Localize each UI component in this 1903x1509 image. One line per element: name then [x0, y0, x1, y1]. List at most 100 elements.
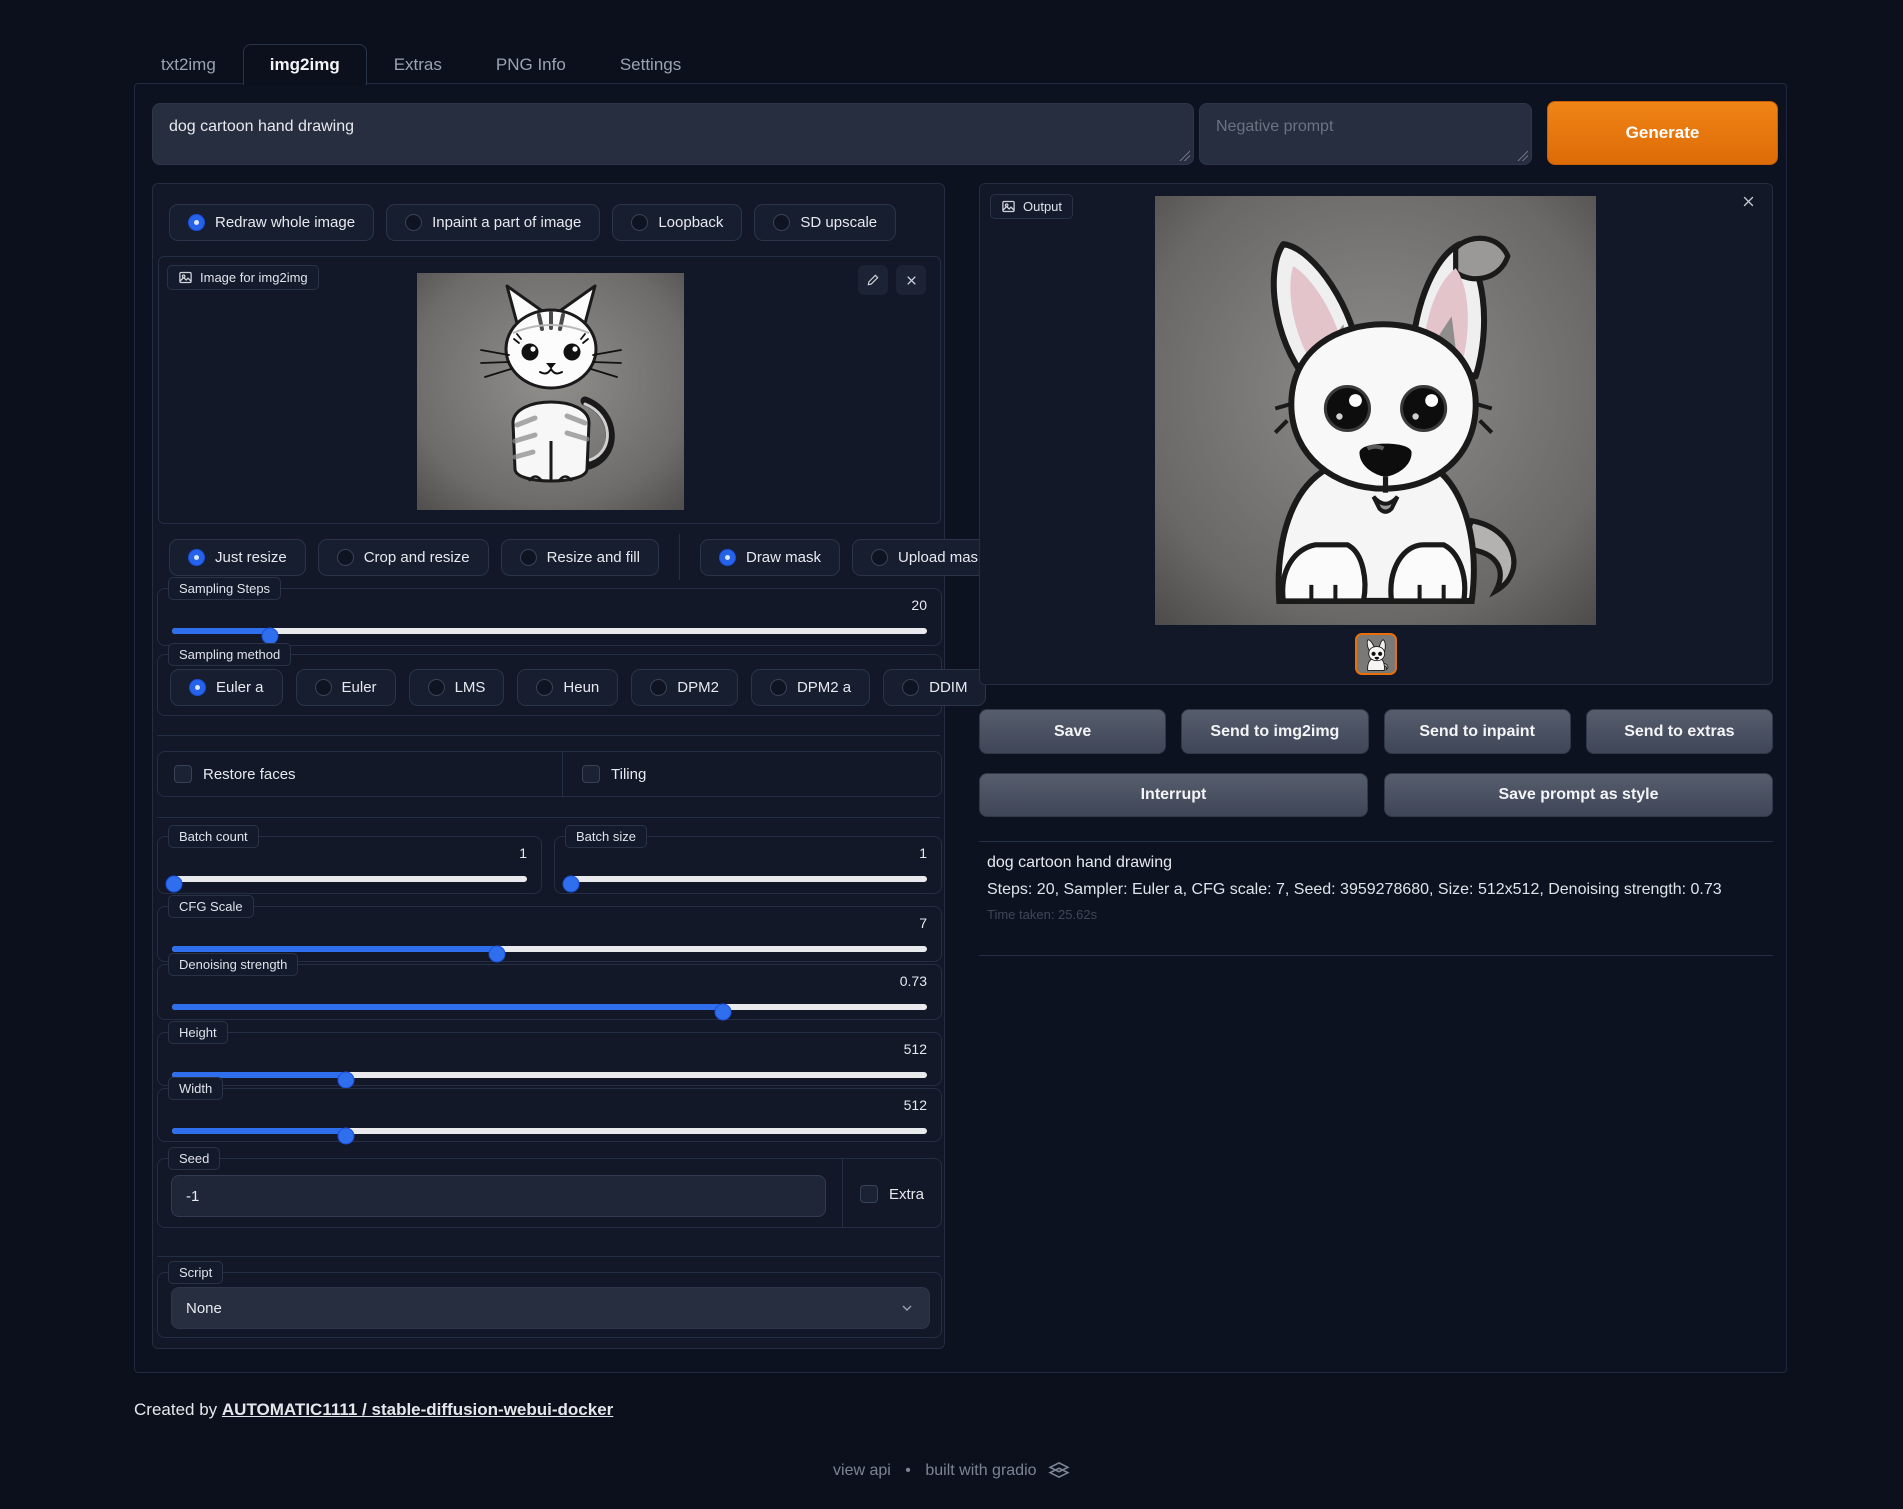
tab-img2img[interactable]: img2img — [243, 44, 367, 85]
tab-txt2img[interactable]: txt2img — [134, 44, 243, 85]
image-panel-label: Image for img2img — [167, 265, 319, 290]
slider-handle[interactable] — [337, 1128, 354, 1145]
script-dropdown[interactable]: None — [171, 1287, 930, 1329]
denoising-strength-slider[interactable] — [172, 999, 927, 1015]
script-block: Script None — [157, 1272, 942, 1338]
footer-created-by-text: Created by — [134, 1400, 217, 1419]
slider-track[interactable] — [172, 628, 927, 634]
clear-image-button[interactable] — [896, 265, 926, 295]
radio-icon — [871, 549, 888, 566]
sampling-method-block: Sampling method Euler a Euler LMS Heun — [157, 654, 942, 716]
seed-block: Seed -1 Extra — [157, 1158, 942, 1228]
height-slider[interactable] — [172, 1067, 927, 1083]
checkbox-icon — [582, 765, 600, 783]
slider-track[interactable] — [172, 876, 527, 882]
pencil-icon — [866, 273, 880, 287]
slider-handle[interactable] — [337, 1072, 354, 1089]
height-label: Height — [168, 1021, 228, 1044]
slider-track[interactable] — [172, 1004, 927, 1010]
slider-handle[interactable] — [262, 628, 279, 645]
divider — [979, 841, 1773, 842]
mode-sd-upscale[interactable]: SD upscale — [754, 204, 896, 241]
send-to-inpaint-button[interactable]: Send to inpaint — [1384, 709, 1571, 754]
batch-count-block: Batch count 1 — [157, 836, 542, 894]
slider-fill — [172, 946, 497, 952]
sampler-label: LMS — [455, 679, 486, 696]
sampler-dpm2[interactable]: DPM2 — [631, 669, 738, 706]
edit-image-button[interactable] — [858, 265, 888, 295]
slider-handle[interactable] — [562, 876, 579, 893]
radio-icon — [405, 214, 422, 231]
sampler-ddim[interactable]: DDIM — [883, 669, 986, 706]
close-output-button[interactable] — [1741, 194, 1756, 209]
tab-extras[interactable]: Extras — [367, 44, 469, 85]
slider-handle[interactable] — [488, 946, 505, 963]
sampler-heun[interactable]: Heun — [517, 669, 618, 706]
close-icon — [905, 274, 918, 287]
save-button[interactable]: Save — [979, 709, 1166, 754]
denoising-strength-value: 0.73 — [900, 973, 927, 989]
mode-inpaint-part[interactable]: Inpaint a part of image — [386, 204, 600, 241]
resize-resize-and-fill[interactable]: Resize and fill — [501, 539, 659, 576]
seed-input[interactable]: -1 — [171, 1175, 826, 1217]
batch-size-label: Batch size — [565, 825, 647, 848]
divider — [157, 1256, 940, 1257]
built-with-gradio-link[interactable]: built with gradio — [925, 1462, 1036, 1479]
footer-repo-link[interactable]: AUTOMATIC1111 / stable-diffusion-webui-d… — [222, 1400, 613, 1419]
batch-size-slider[interactable] — [569, 871, 927, 887]
radio-icon — [773, 214, 790, 231]
gradio-logo-icon — [1048, 1462, 1070, 1478]
tab-png-info[interactable]: PNG Info — [469, 44, 593, 85]
source-image-cat[interactable] — [417, 273, 684, 510]
mask-draw-mask[interactable]: Draw mask — [700, 539, 840, 576]
divider — [157, 735, 940, 736]
footer-credit: Created by AUTOMATIC1111 / stable-diffus… — [134, 1400, 613, 1420]
script-selected-value: None — [186, 1300, 222, 1317]
slider-track[interactable] — [172, 1072, 927, 1078]
send-to-img2img-button[interactable]: Send to img2img — [1181, 709, 1368, 754]
extra-checkbox[interactable]: Extra — [860, 1185, 924, 1203]
restore-faces-checkbox[interactable]: Restore faces — [174, 765, 296, 783]
resize-crop-and-resize[interactable]: Crop and resize — [318, 539, 489, 576]
prompt-input[interactable]: dog cartoon hand drawing — [152, 103, 1194, 165]
mode-redraw-whole-image[interactable]: Redraw whole image — [169, 204, 374, 241]
gallery-thumbnail-selected[interactable] — [1355, 633, 1397, 675]
img2img-panel: dog cartoon hand drawing Generate Redraw… — [134, 83, 1787, 1373]
negative-prompt-input[interactable] — [1199, 103, 1532, 165]
slider-track[interactable] — [172, 946, 927, 952]
tiling-checkbox[interactable]: Tiling — [582, 765, 646, 783]
width-slider[interactable] — [172, 1123, 927, 1139]
sampling-steps-value: 20 — [911, 597, 927, 613]
resize-just-resize[interactable]: Just resize — [169, 539, 306, 576]
view-api-link[interactable]: view api — [833, 1462, 891, 1479]
output-image-dog[interactable] — [1155, 196, 1596, 625]
slider-handle[interactable] — [715, 1004, 732, 1021]
mode-loopback[interactable]: Loopback — [612, 204, 742, 241]
interrupt-button[interactable]: Interrupt — [979, 773, 1368, 817]
slider-fill — [172, 1004, 723, 1010]
divider — [679, 534, 680, 580]
slider-track[interactable] — [569, 876, 927, 882]
toggles-block: Restore faces Tiling — [157, 751, 942, 797]
width-value: 512 — [904, 1097, 927, 1113]
sampler-euler[interactable]: Euler — [296, 669, 396, 706]
sampling-method-label: Sampling method — [168, 643, 291, 666]
save-prompt-as-style-button[interactable]: Save prompt as style — [1384, 773, 1773, 817]
batch-count-value: 1 — [519, 845, 527, 861]
sampler-euler-a[interactable]: Euler a — [170, 669, 283, 706]
divider — [157, 817, 940, 818]
send-to-extras-button[interactable]: Send to extras — [1586, 709, 1773, 754]
image-icon — [178, 270, 193, 285]
generate-button[interactable]: Generate — [1547, 101, 1778, 165]
slider-track[interactable] — [172, 1128, 927, 1134]
img2img-mode-group: Redraw whole image Inpaint a part of ima… — [169, 204, 896, 241]
height-block: Height 512 — [157, 1032, 942, 1086]
radio-selected-icon — [188, 549, 205, 566]
slider-handle[interactable] — [165, 876, 182, 893]
batch-count-slider[interactable] — [172, 871, 527, 887]
sampler-lms[interactable]: LMS — [409, 669, 505, 706]
output-actions-row1: Save Send to img2img Send to inpaint Sen… — [979, 709, 1773, 754]
sampling-steps-slider[interactable] — [172, 623, 927, 639]
sampler-dpm2-a[interactable]: DPM2 a — [751, 669, 870, 706]
tab-settings[interactable]: Settings — [593, 44, 708, 85]
